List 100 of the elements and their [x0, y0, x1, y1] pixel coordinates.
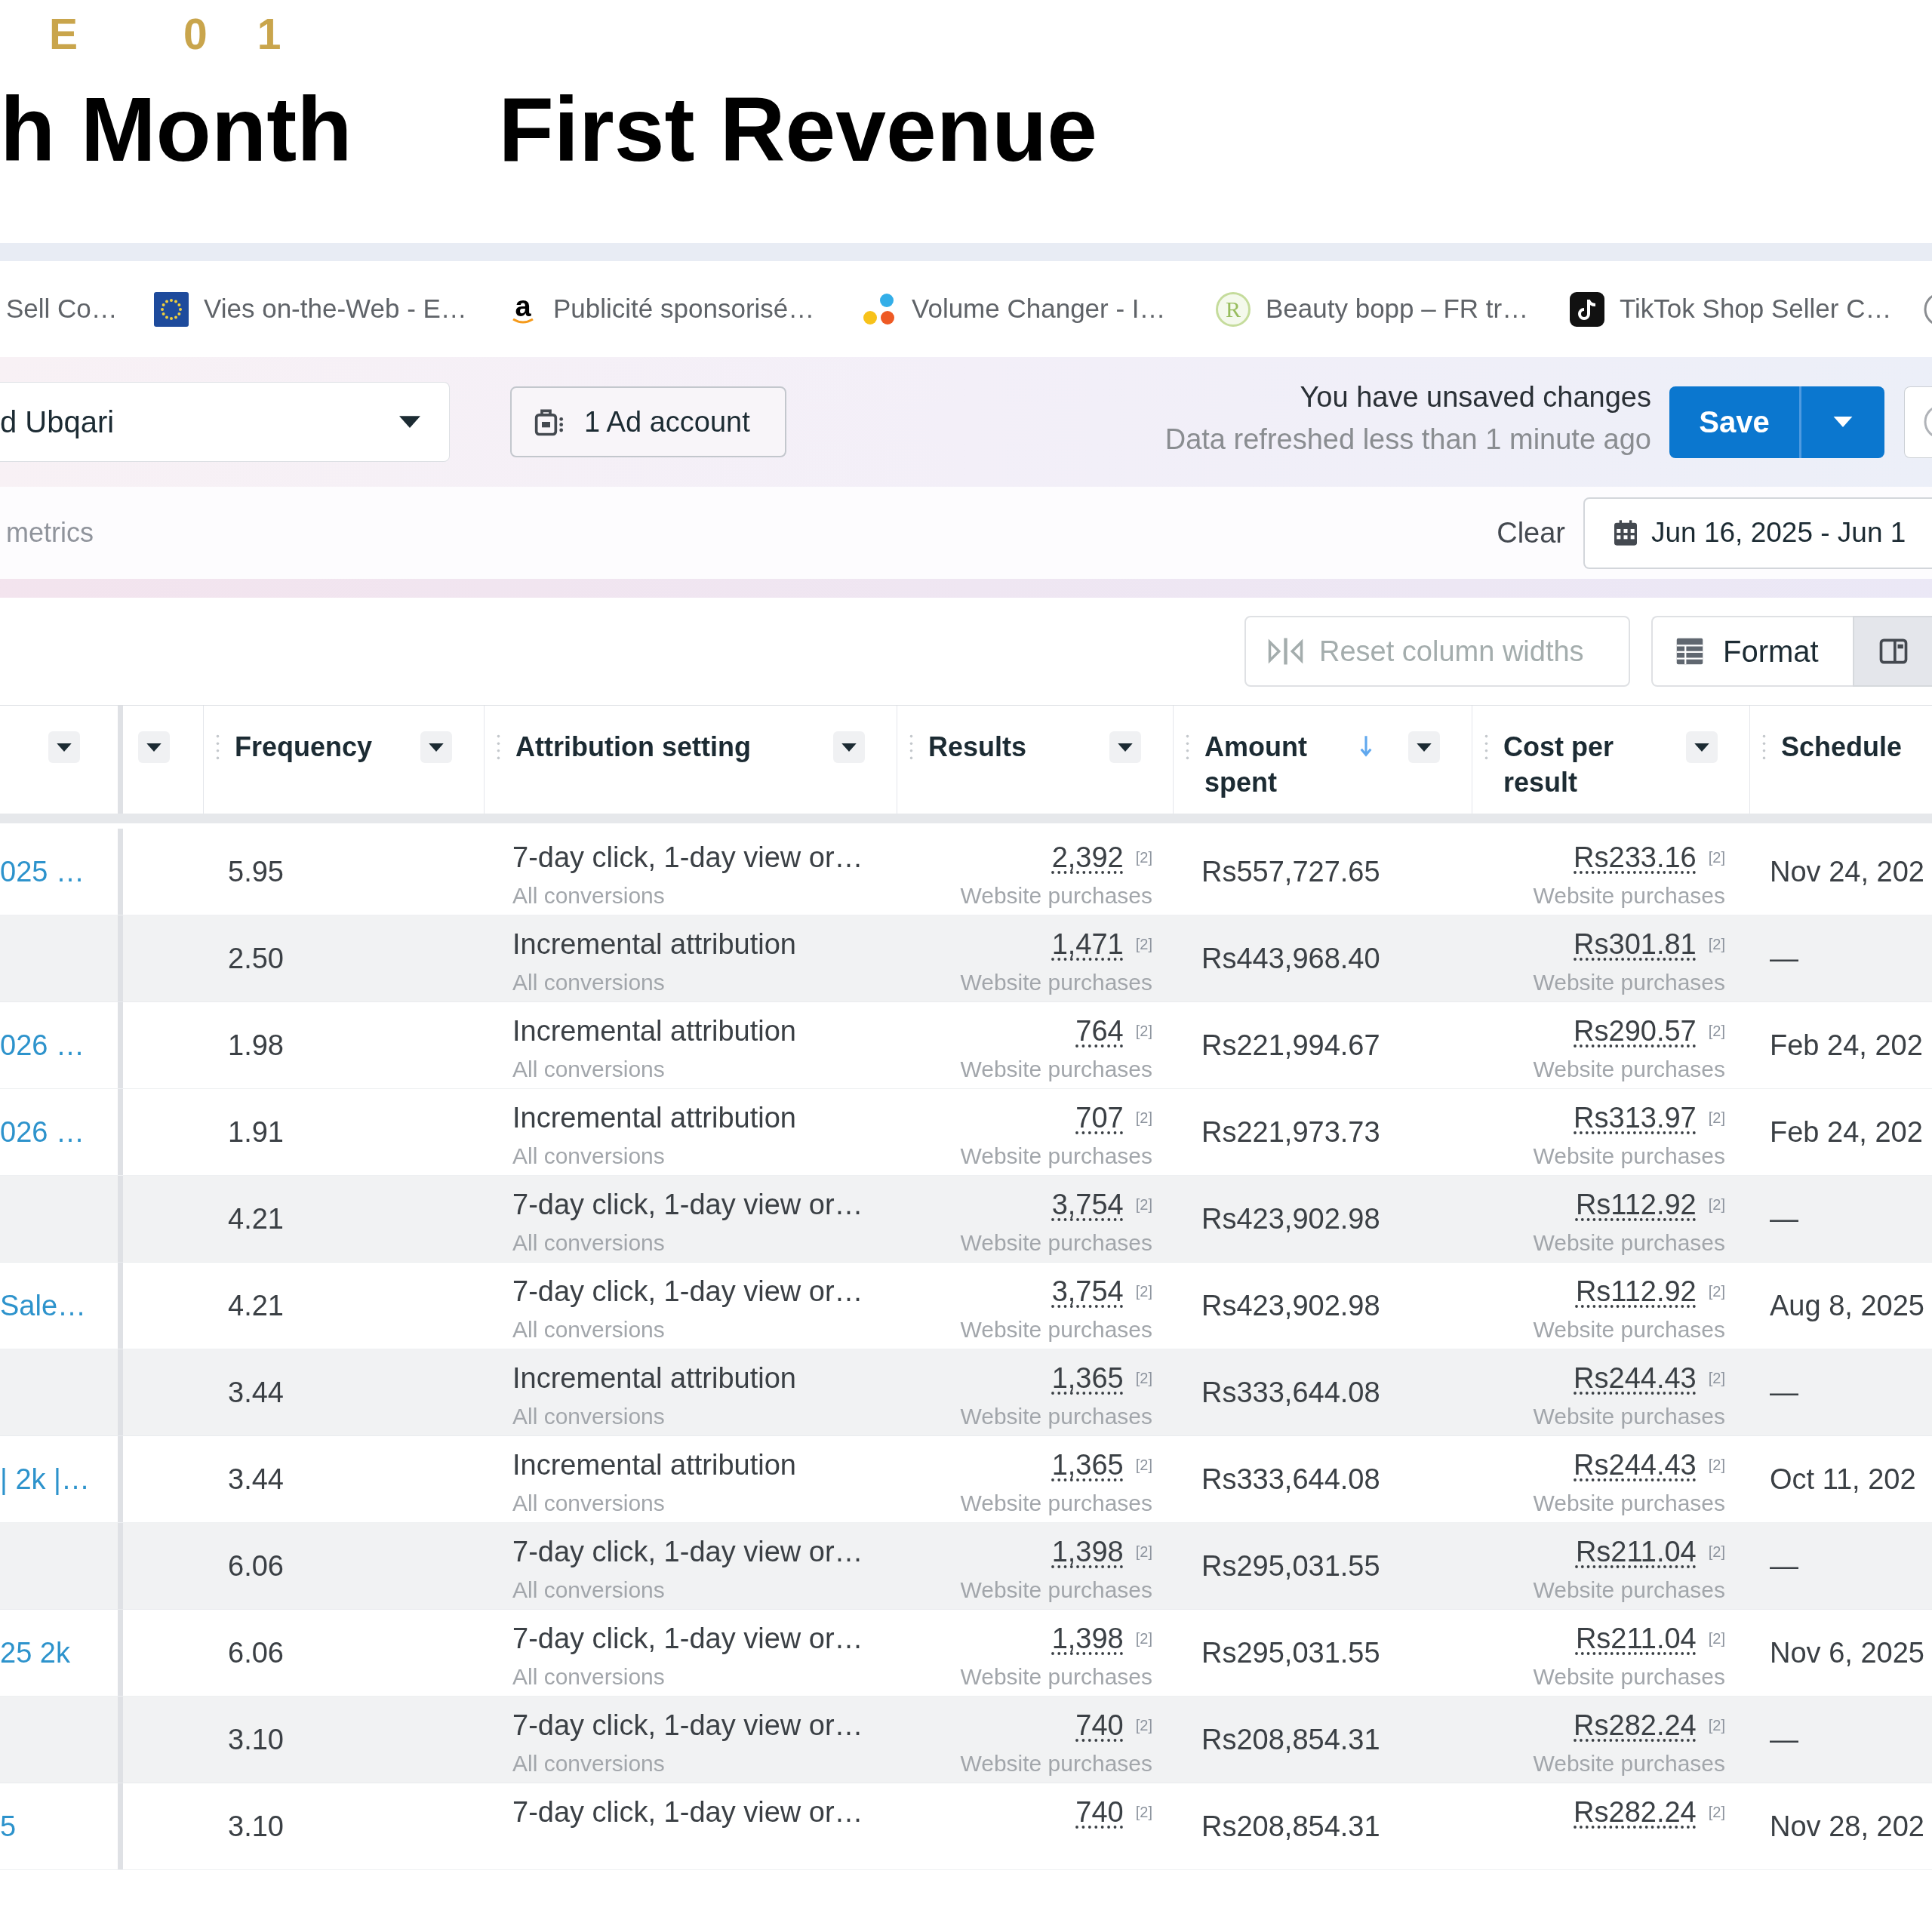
footnote-mark: [2] — [1708, 1716, 1725, 1735]
name-link[interactable]: Sale… — [0, 1284, 87, 1327]
caret-icon — [1694, 743, 1709, 752]
name-link[interactable]: | 2k |… — [0, 1457, 90, 1501]
results-value: 764 — [1075, 1014, 1124, 1048]
caret-icon — [57, 743, 72, 752]
refresh-status-text: Data refreshed less than 1 minute ago — [1164, 423, 1651, 457]
result-type-text: Website purchases — [960, 1229, 1152, 1257]
schedule-date-text: Nov 6, 2025 — [1770, 1635, 1924, 1670]
footnote-mark: [2] — [1135, 1543, 1152, 1561]
date-range-button[interactable]: Jun 16, 2025 - Jun 1 — [1583, 497, 1932, 569]
cost-per-result-value: Rs282.24 — [1574, 1709, 1697, 1743]
column-menu-button[interactable] — [1686, 731, 1718, 763]
name-link[interactable]: 25 2k — [0, 1631, 70, 1675]
schedule-date-text: Oct 11, 202 — [1770, 1462, 1916, 1497]
column-title[interactable]: Frequency — [235, 729, 420, 764]
column-menu-button[interactable] — [1109, 731, 1141, 763]
frequency-value: 6.06 — [228, 1549, 284, 1583]
column-menu-button[interactable] — [1408, 731, 1440, 763]
drag-handle-icon — [216, 734, 220, 761]
schedule-date-text: Feb 24, 202 — [1770, 1115, 1923, 1149]
save-options-button[interactable] — [1799, 386, 1884, 458]
results-value: 3,754 — [1051, 1188, 1124, 1222]
name-link[interactable]: 026 … — [0, 1023, 85, 1067]
bookmark-item[interactable]: Vies on-the-Web - E… — [154, 289, 467, 329]
column-title[interactable]: Cost per result — [1503, 729, 1686, 800]
amount-spent-value: Rs221,973.73 — [1201, 1115, 1380, 1149]
result-type-text: Website purchases — [1533, 1490, 1725, 1517]
result-type-text: Website purchases — [960, 1490, 1152, 1517]
caret-icon — [399, 416, 420, 428]
columns-button[interactable] — [1853, 616, 1932, 687]
account-dropdown[interactable]: d Ubqari — [0, 382, 450, 462]
column-title[interactable]: Attribution setting — [515, 729, 833, 764]
amount-spent-value: Rs443,968.40 — [1201, 941, 1380, 976]
unsaved-changes-text: You have unsaved changes — [1300, 380, 1651, 414]
clear-button[interactable]: Clear — [1497, 511, 1565, 555]
attribution-setting-text: 7-day click, 1-day view or… — [512, 841, 863, 875]
schedule-date-text: — — [1770, 1722, 1798, 1757]
results-value: 1,365 — [1051, 1448, 1124, 1482]
bookmark-item[interactable]: Sell Co… — [6, 289, 118, 329]
column-menu-button[interactable] — [833, 731, 865, 763]
amount-spent-value: Rs333,644.08 — [1201, 1375, 1380, 1410]
footnote-mark: [2] — [1135, 1109, 1152, 1128]
bookmark-item[interactable]: TikTok Shop Seller C… — [1570, 289, 1892, 329]
frequency-value: 3.44 — [228, 1462, 284, 1497]
conversion-scope-text: All conversions — [512, 1750, 665, 1777]
bookmark-item[interactable]: Volume Changer - I… — [862, 289, 1166, 329]
flag-icon — [154, 291, 189, 327]
result-type-text: Website purchases — [960, 1577, 1152, 1604]
frequency-value: 4.21 — [228, 1201, 284, 1236]
schedule-date-text: — — [1770, 1375, 1798, 1410]
footnote-mark: [2] — [1708, 1022, 1725, 1041]
results-value: 707 — [1075, 1101, 1124, 1135]
cost-per-result-value: Rs112.92 — [1575, 1188, 1697, 1222]
schedule-date-text: Nov 24, 202 — [1770, 854, 1924, 889]
save-button[interactable]: Save — [1669, 386, 1799, 458]
result-type-text: Website purchases — [960, 1143, 1152, 1170]
schedule-date-text: — — [1770, 1201, 1798, 1236]
amount-spent-value: Rs557,727.65 — [1201, 854, 1380, 889]
footnote-mark: [2] — [1135, 1456, 1152, 1475]
amount-spent-value: Rs221,994.67 — [1201, 1028, 1380, 1063]
ad-account-button[interactable]: 1 Ad account — [510, 386, 786, 457]
result-type-text: Website purchases — [960, 882, 1152, 909]
attribution-setting-text: Incremental attribution — [512, 1014, 796, 1048]
format-button[interactable]: Format — [1651, 616, 1853, 687]
column-title[interactable]: Amount spent — [1204, 729, 1359, 800]
result-type-text: Website purchases — [960, 1403, 1152, 1430]
schedule-date-text: — — [1770, 941, 1798, 976]
column-title[interactable]: Schedule — [1781, 729, 1932, 764]
result-type-text: Website purchases — [960, 1316, 1152, 1343]
cost-per-result-value: Rs233.16 — [1574, 841, 1697, 875]
results-value: 1,398 — [1051, 1535, 1124, 1569]
name-link[interactable]: 026 … — [0, 1110, 85, 1154]
bookmark-item[interactable]: a Publicité sponsorisé… — [508, 289, 815, 329]
caret-icon — [1417, 743, 1432, 752]
footnote-mark: [2] — [1708, 1456, 1725, 1475]
result-type-text: Website purchases — [1533, 1663, 1725, 1690]
search-field[interactable]: metrics — [0, 503, 528, 563]
frequency-value: 3.10 — [228, 1722, 284, 1757]
footnote-mark: [2] — [1135, 1282, 1152, 1301]
column-menu-button[interactable] — [420, 731, 452, 763]
name-link[interactable]: 025 … — [0, 850, 85, 894]
attribution-setting-text: Incremental attribution — [512, 1448, 796, 1482]
column-title[interactable]: Results — [928, 729, 1109, 764]
headline-text: First Revenue — [498, 84, 1098, 174]
column-menu-button[interactable] — [138, 731, 170, 763]
dots-icon — [862, 291, 897, 327]
column-menu-button[interactable] — [48, 731, 80, 763]
conversion-scope-text: All conversions — [512, 1229, 665, 1257]
amount-spent-value: Rs295,031.55 — [1201, 1549, 1380, 1583]
results-value: 1,471 — [1051, 928, 1124, 961]
footnote-mark: [2] — [1135, 1195, 1152, 1214]
result-type-text: Website purchases — [960, 1056, 1152, 1083]
name-link[interactable]: 5 — [0, 1804, 17, 1848]
cost-per-result-value: Rs211.04 — [1575, 1535, 1697, 1569]
conversion-scope-text: All conversions — [512, 1056, 665, 1083]
cost-per-result-value: Rs282.24 — [1574, 1795, 1697, 1829]
bookmark-item[interactable]: R Beauty bopp – FR tr… — [1216, 289, 1529, 329]
result-type-text: Website purchases — [1533, 1143, 1725, 1170]
footnote-mark: [2] — [1135, 1369, 1152, 1388]
